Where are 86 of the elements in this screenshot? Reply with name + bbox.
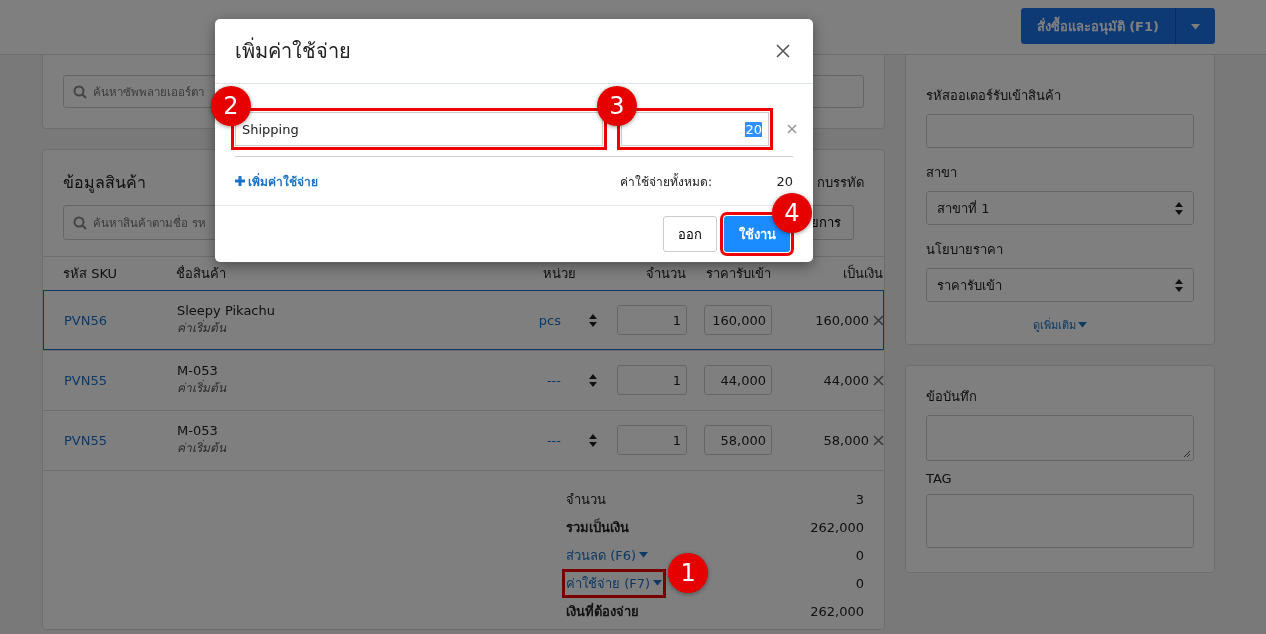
quantity-field[interactable]: 1 (617, 305, 687, 335)
product-name: M-053 (177, 363, 219, 378)
price-field[interactable]: 44,000 (704, 365, 772, 395)
sku-link[interactable]: PVN55 (64, 372, 177, 388)
updown-arrows-icon (1175, 201, 1183, 215)
order-approve-button[interactable]: สั่งซื้อและอนุมัติ (F1) (1020, 8, 1175, 44)
product-name: Sleepy Pikachu (177, 303, 276, 318)
summary-value: 262,000 (810, 519, 864, 535)
line-total: 58,000 (823, 432, 869, 448)
sku-link[interactable]: PVN55 (64, 432, 177, 448)
price-field[interactable]: 160,000 (704, 305, 772, 335)
summary-label: จำนวน (566, 491, 606, 507)
column-header: รหัส SKU (63, 265, 119, 283)
dropdown-button[interactable] (1175, 8, 1215, 44)
summary-value: 0 (855, 547, 864, 563)
close-button[interactable] (776, 44, 790, 58)
close-icon (873, 374, 884, 386)
text-field[interactable] (926, 114, 1194, 148)
updown-arrows-icon (589, 313, 597, 327)
table-row[interactable]: PVN56 Sleepy Pikachu ค่าเริ่มต้น pcs 1 160,000 160,000 (43, 290, 884, 350)
total-value: 20 (775, 173, 793, 189)
field-label: TAG (926, 471, 953, 486)
close-icon (873, 434, 884, 446)
price-field[interactable]: 58,000 (704, 425, 772, 455)
updown-arrows-icon (589, 373, 597, 387)
search-icon (73, 84, 87, 99)
tag-field[interactable] (926, 494, 1194, 548)
plus-icon (235, 176, 245, 186)
close-icon (787, 124, 797, 134)
remove-button[interactable] (873, 314, 884, 326)
field-label: ข้อบันทึก (926, 388, 978, 406)
add-expense-link[interactable]: เพิ่มค่าใช้จ่าย (235, 171, 318, 191)
resize-grip-icon (1183, 450, 1191, 458)
close-icon (776, 44, 790, 58)
caret-icon (1191, 24, 1200, 30)
table-row[interactable]: PVN55 M-053 ค่าเริ่มต้น --- 1 58,000 58,000 (43, 410, 884, 470)
sku-link[interactable]: PVN56 (64, 312, 177, 328)
select-field[interactable]: สาขาที่ 1 (926, 191, 1194, 225)
show-more-link[interactable]: ดูเพิ่มเติม (1033, 316, 1087, 334)
field-label: รหัสออเดอร์รับเข้าสินค้า (926, 87, 1062, 105)
select-field[interactable]: ราคารับเข้า (926, 268, 1194, 302)
price-note: ค่าเริ่มต้น (177, 378, 228, 397)
field-label: สาขา (926, 164, 958, 182)
product-name: M-053 (177, 423, 219, 438)
caret-icon (1078, 322, 1087, 328)
price-note: ค่าเริ่มต้น (177, 438, 228, 457)
summary-label: รวมเป็นเงิน (566, 519, 629, 535)
table-row[interactable]: PVN55 M-053 ค่าเริ่มต้น --- 1 44,000 44,000 (43, 350, 884, 410)
updown-arrows-icon (1175, 278, 1183, 292)
remove-button[interactable] (787, 124, 797, 134)
step-number-badge: 1 (668, 552, 709, 593)
caret-icon (639, 552, 649, 558)
split-line-link[interactable]: กบรรทัด (817, 172, 864, 193)
summary-dropdown-link[interactable]: ค่าใช้จ่าย (F7) (566, 572, 663, 594)
summary-value: 262,000 (810, 603, 864, 619)
column-header: ราคารับเข้า (705, 265, 771, 283)
price-note: ค่าเริ่มต้น (177, 318, 228, 337)
field-label: นโยบายราคา (926, 241, 1004, 259)
close-icon (873, 314, 884, 326)
note-textarea[interactable] (926, 415, 1194, 461)
line-total: 160,000 (815, 312, 869, 328)
summary-value: 0 (855, 575, 864, 591)
column-header: ชื่อสินค้า (176, 264, 227, 283)
column-header: เป็นเงิน (842, 263, 883, 283)
line-total: 44,000 (823, 372, 869, 388)
column-header: หน่วย (542, 265, 576, 283)
summary-dropdown-link[interactable]: ส่วนลด (F6) (566, 544, 649, 566)
total-label: ค่าใช้จ่ายทั้งหมด: (620, 172, 714, 191)
unit-select[interactable]: --- (546, 372, 561, 388)
remove-button[interactable] (873, 374, 884, 386)
summary-value: 3 (855, 491, 864, 507)
caret-icon (653, 580, 663, 586)
column-header: จำนวน (645, 265, 686, 283)
unit-select[interactable]: --- (546, 432, 561, 448)
step-number-badge: 2 (211, 86, 251, 126)
step-number-badge: 3 (597, 86, 637, 126)
updown-arrows-icon (589, 433, 597, 447)
section-title: ข้อมูลสินค้า (63, 172, 146, 195)
unit-select[interactable]: pcs (538, 312, 561, 328)
search-icon (73, 215, 87, 230)
quantity-field[interactable]: 1 (617, 425, 687, 455)
quantity-field[interactable]: 1 (617, 365, 687, 395)
dialog-title: เพิ่มค่าใช้จ่าย (235, 36, 351, 65)
exit-button[interactable]: ออก (663, 216, 717, 252)
summary-label: เงินที่ต้องจ่าย (566, 603, 639, 619)
remove-button[interactable] (873, 434, 884, 446)
